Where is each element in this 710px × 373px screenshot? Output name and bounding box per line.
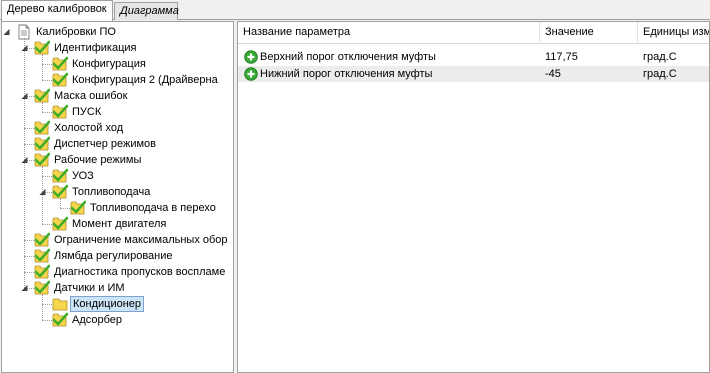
checked-folder-icon	[34, 152, 51, 168]
tree-item-label[interactable]: УОЗ	[70, 168, 96, 184]
checked-folder-icon	[34, 40, 51, 56]
tree-item[interactable]: Диагностика пропусков воспламе	[2, 264, 233, 280]
tree-item-label[interactable]: Топливоподача в перехо	[88, 200, 218, 216]
tab-bar: Дерево калибровок Диаграмма	[0, 0, 710, 21]
checked-folder-icon	[52, 72, 69, 88]
tree-item[interactable]: УОЗ	[2, 168, 233, 184]
checked-folder-icon	[34, 136, 51, 152]
tree-item[interactable]: Ограничение максимальных обор	[2, 232, 233, 248]
tree-item-label[interactable]: Адсорбер	[70, 312, 124, 328]
tree-item[interactable]: ◢ Маска ошибок	[2, 88, 233, 104]
checked-folder-icon	[52, 216, 69, 232]
tree-item[interactable]: Холостой ход	[2, 120, 233, 136]
checked-folder-icon	[34, 248, 51, 264]
tree-item-label[interactable]: Калибровки ПО	[34, 24, 118, 40]
parameter-name: Верхний порог отключения муфты	[260, 51, 436, 63]
tree-item-label[interactable]: Диагностика пропусков воспламе	[52, 264, 227, 280]
tree-item-label[interactable]: Конфигурация 2 (Драйверна	[70, 72, 220, 88]
checked-folder-icon	[52, 56, 69, 72]
tree-item-label[interactable]: Топливоподача	[70, 184, 152, 200]
table-row[interactable]: Верхний порог отключения муфты 117,75 град…	[238, 49, 709, 65]
calibration-tree[interactable]: ◢ Калибровки ПО ◢ Идентификация Конфигурация…	[2, 22, 233, 372]
expander-icon[interactable]: ◢	[20, 152, 29, 168]
tree-item-label[interactable]: ПУСК	[70, 104, 103, 120]
tree-item[interactable]: ◢ Датчики и ИМ	[2, 280, 233, 296]
tree-item-label[interactable]: Холостой ход	[52, 120, 125, 136]
tree-item[interactable]: Конфигурация	[2, 56, 233, 72]
tree-item[interactable]: Адсорбер	[2, 312, 233, 328]
tree-item-label[interactable]: Диспетчер режимов	[52, 136, 158, 152]
tree-item-label[interactable]: Конфигурация	[70, 56, 148, 72]
tree-item[interactable]: Лямбда регулирование	[2, 248, 233, 264]
checked-folder-icon	[34, 120, 51, 136]
checked-folder-icon	[52, 168, 69, 184]
checked-folder-icon	[52, 104, 69, 120]
tree-item-label[interactable]: Маска ошибок	[52, 88, 129, 104]
parameter-value[interactable]: -45	[545, 66, 640, 82]
tree-item[interactable]: Конфигурация 2 (Драйверна	[2, 72, 233, 88]
tree-item[interactable]: Момент двигателя	[2, 216, 233, 232]
tree-item-label[interactable]: Рабочие режимы	[52, 152, 143, 168]
tree-item[interactable]: ◢ Идентификация	[2, 40, 233, 56]
parameter-units: град.С	[643, 51, 677, 63]
column-header-name[interactable]: Название параметра	[238, 22, 540, 44]
tree-item-selected[interactable]: Кондиционер	[2, 296, 233, 312]
checked-folder-icon	[34, 232, 51, 248]
table-row[interactable]: Нижний порог отключения муфты -45 град.С	[238, 66, 709, 82]
calibration-tree-pane: ◢ Калибровки ПО ◢ Идентификация Конфигурация…	[1, 21, 234, 373]
table-header: Название параметра Значение Единицы изме…	[238, 22, 709, 44]
expander-icon[interactable]: ◢	[20, 88, 29, 104]
expander-icon[interactable]: ◢	[20, 280, 29, 296]
plus-circle-icon[interactable]	[244, 67, 258, 81]
checked-folder-icon	[70, 200, 87, 216]
tree-item-label[interactable]: Момент двигателя	[70, 216, 168, 232]
tab-calibration-tree[interactable]: Дерево калибровок	[1, 0, 113, 21]
tree-item-label[interactable]: Кондиционер	[70, 296, 145, 312]
parameter-units: град.С	[643, 68, 677, 80]
tree-item[interactable]: Диспетчер режимов	[2, 136, 233, 152]
column-header-value[interactable]: Значение	[540, 22, 638, 44]
tree-item[interactable]: ПУСК	[2, 104, 233, 120]
tree-item[interactable]: Топливоподача в перехо	[2, 200, 233, 216]
checked-folder-icon	[52, 184, 69, 200]
expander-icon[interactable]: ◢	[20, 40, 29, 56]
tree-item-label[interactable]: Ограничение максимальных обор	[52, 232, 230, 248]
folder-icon	[52, 296, 68, 312]
tree-item[interactable]: ◢ Рабочие режимы	[2, 152, 233, 168]
parameters-pane: Название параметра Значение Единицы изме…	[237, 21, 710, 373]
plus-circle-icon[interactable]	[244, 50, 258, 64]
tree-item[interactable]: ◢ Топливоподача	[2, 184, 233, 200]
expander-icon[interactable]: ◢	[2, 24, 11, 40]
parameter-value[interactable]: 117,75	[545, 49, 640, 65]
column-header-units[interactable]: Единицы измер	[638, 22, 709, 44]
tree-item-label[interactable]: Датчики и ИМ	[52, 280, 127, 296]
checked-folder-icon	[34, 280, 51, 296]
parameter-name: Нижний порог отключения муфты	[260, 68, 433, 80]
tab-diagram[interactable]: Диаграмма	[114, 2, 179, 20]
tree-item-label[interactable]: Лямбда регулирование	[52, 248, 175, 264]
tree-item-label[interactable]: Идентификация	[52, 40, 138, 56]
expander-icon[interactable]: ◢	[38, 184, 47, 200]
checked-folder-icon	[52, 312, 69, 328]
checked-folder-icon	[34, 264, 51, 280]
checked-folder-icon	[34, 88, 51, 104]
tree-root[interactable]: ◢ Калибровки ПО	[2, 24, 233, 40]
